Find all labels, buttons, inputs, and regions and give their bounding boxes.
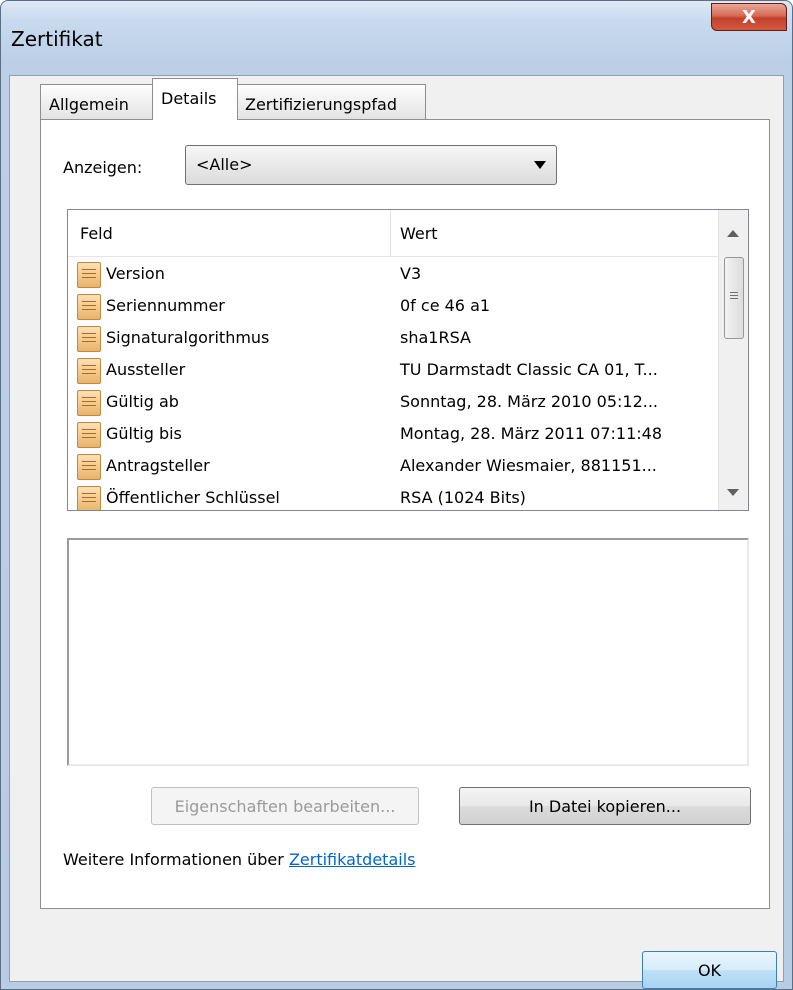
more-info-line: Weitere Informationen über Zertifikatdet… (63, 850, 415, 869)
field-value: Sonntag, 28. März 2010 05:12... (400, 392, 659, 411)
chevron-down-icon (534, 161, 546, 169)
field-name: Signaturalgorithmus (106, 328, 270, 347)
show-dropdown-value: <Alle> (196, 155, 253, 174)
vertical-scrollbar[interactable] (718, 210, 748, 510)
show-dropdown[interactable]: <Alle> (185, 145, 557, 185)
list-rows: Version V3 Seriennummer 0f ce 46 a1 Sign… (68, 259, 719, 510)
list-item[interactable]: Gültig bis Montag, 28. März 2011 07:11:4… (68, 419, 719, 451)
details-tab-panel: Anzeigen: <Alle> Feld Wert Version V3 Se… (40, 119, 770, 909)
field-value: Alexander Wiesmaier, 881151... (400, 456, 657, 475)
field-value: Montag, 28. März 2011 07:11:48 (400, 424, 663, 443)
dialog-client-area: Allgemein Details Zertifizierungspfad An… (9, 75, 784, 989)
copy-to-file-button[interactable]: In Datei kopieren... (459, 787, 751, 825)
column-header-field[interactable]: Feld (80, 224, 113, 243)
field-detail-textbox[interactable] (67, 538, 749, 766)
tab-details[interactable]: Details (152, 78, 238, 120)
certificate-field-icon (77, 262, 101, 288)
field-list[interactable]: Feld Wert Version V3 Seriennummer 0f ce … (67, 209, 749, 511)
list-item[interactable]: Seriennummer 0f ce 46 a1 (68, 291, 719, 323)
field-name: Aussteller (106, 360, 186, 379)
field-value: 0f ce 46 a1 (400, 296, 491, 315)
field-name: Antragsteller (106, 456, 210, 475)
window-title: Zertifikat (11, 27, 103, 51)
field-name: Gültig ab (106, 392, 179, 411)
list-item[interactable]: Version V3 (68, 259, 719, 291)
certificate-field-icon (77, 358, 101, 384)
column-header-value[interactable]: Wert (400, 224, 438, 243)
field-name: Öffentlicher Schlüssel (106, 488, 280, 507)
certificate-window: Zertifikat X Allgemein Details Zertifizi… (0, 0, 793, 990)
ok-button[interactable]: OK (642, 951, 777, 989)
field-name: Seriennummer (106, 296, 225, 315)
scroll-down-icon[interactable] (727, 489, 739, 496)
close-button[interactable]: X (711, 3, 787, 31)
certificate-field-icon (77, 422, 101, 448)
certificate-field-icon (77, 486, 101, 510)
tab-zertifizierungspfad[interactable]: Zertifizierungspfad (236, 84, 426, 119)
tab-allgemein[interactable]: Allgemein (40, 84, 154, 119)
field-value: RSA (1024 Bits) (400, 488, 526, 507)
field-value: TU Darmstadt Classic CA 01, T... (400, 360, 658, 379)
list-header: Feld Wert (68, 210, 719, 257)
field-name: Version (106, 264, 165, 283)
list-item[interactable]: Öffentlicher Schlüssel RSA (1024 Bits) (68, 483, 719, 510)
edit-properties-button[interactable]: Eigenschaften bearbeiten... (151, 787, 419, 825)
certificate-field-icon (77, 454, 101, 480)
title-bar[interactable]: Zertifikat X (1, 1, 792, 75)
scroll-up-icon[interactable] (727, 230, 739, 237)
field-name: Gültig bis (106, 424, 182, 443)
show-label: Anzeigen: (63, 158, 143, 177)
list-item[interactable]: Aussteller TU Darmstadt Classic CA 01, T… (68, 355, 719, 387)
close-icon: X (742, 6, 756, 28)
list-item[interactable]: Signaturalgorithmus sha1RSA (68, 323, 719, 355)
field-value: V3 (400, 264, 422, 283)
column-separator[interactable] (390, 210, 391, 257)
certificate-details-link[interactable]: Zertifikatdetails (289, 850, 416, 869)
list-item[interactable]: Gültig ab Sonntag, 28. März 2010 05:12..… (68, 387, 719, 419)
more-info-text: Weitere Informationen über (63, 850, 289, 869)
grip-icon (730, 292, 738, 300)
certificate-field-icon (77, 326, 101, 352)
certificate-field-icon (77, 390, 101, 416)
field-value: sha1RSA (400, 328, 471, 347)
scrollbar-thumb[interactable] (724, 257, 744, 339)
certificate-field-icon (77, 294, 101, 320)
list-item[interactable]: Antragsteller Alexander Wiesmaier, 88115… (68, 451, 719, 483)
